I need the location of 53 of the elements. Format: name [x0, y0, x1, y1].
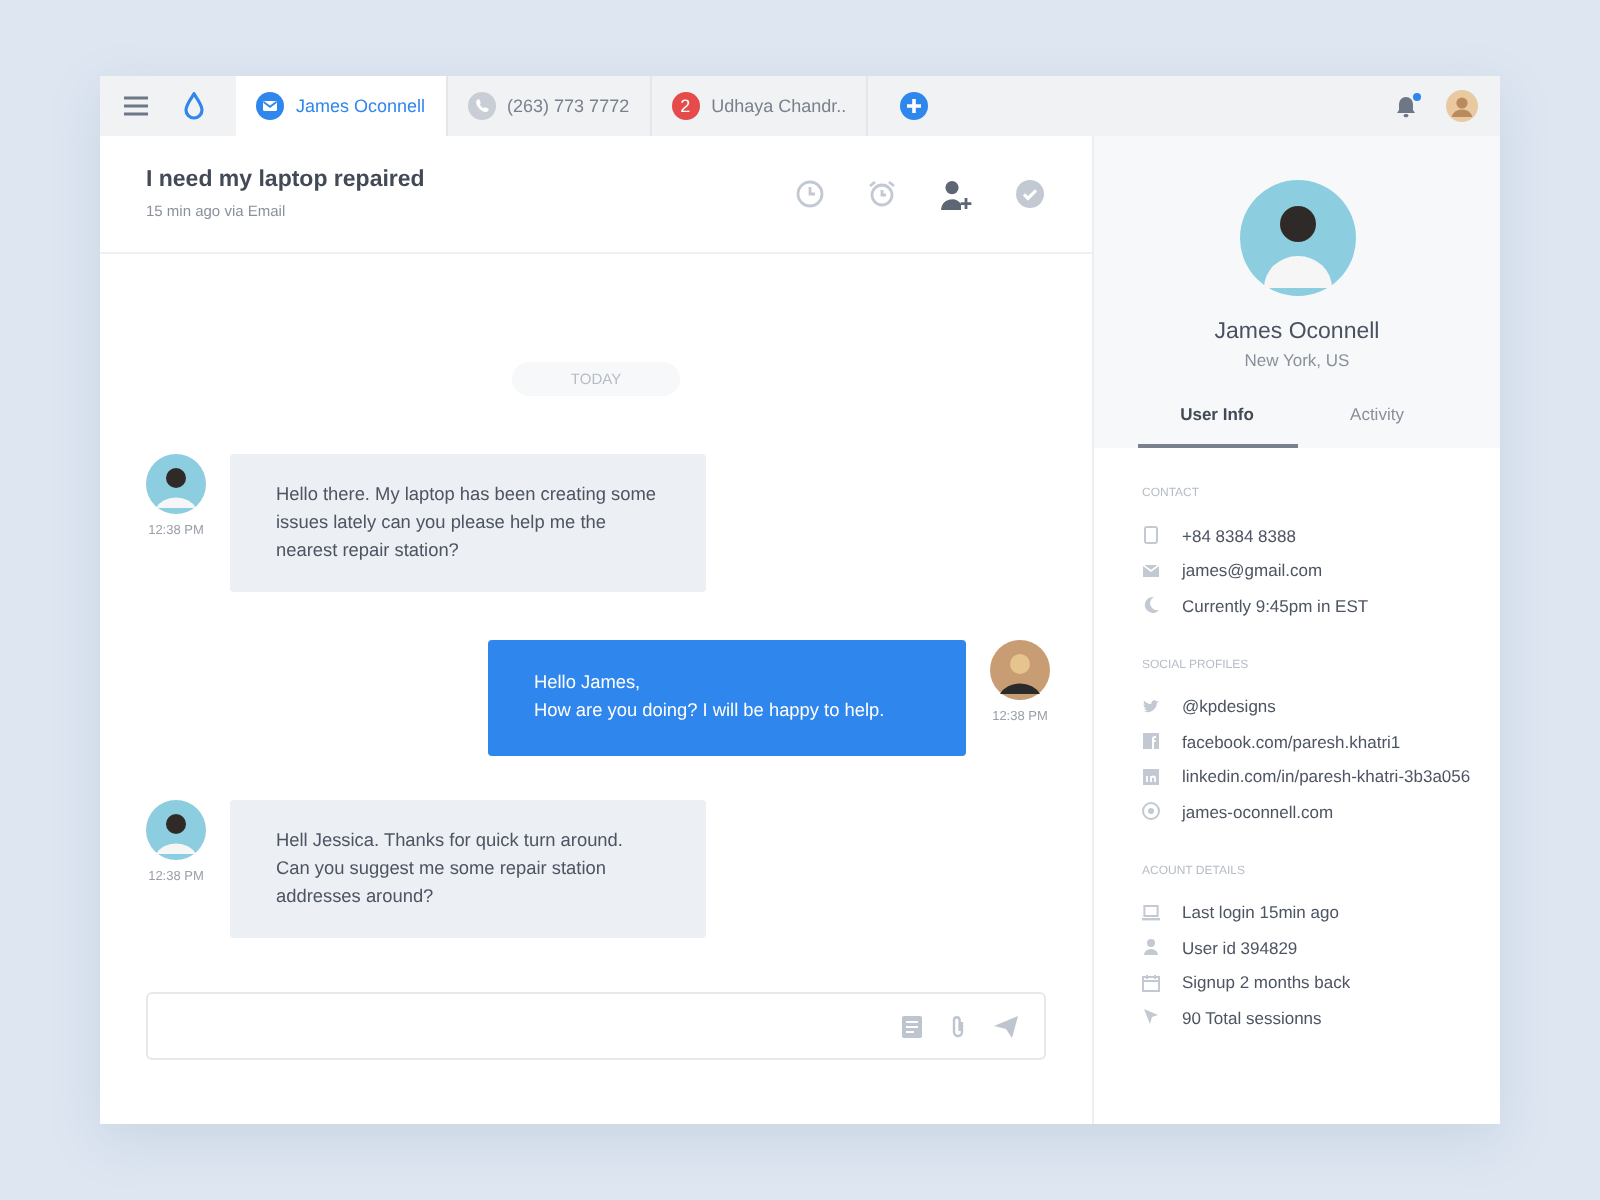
conversation-tab[interactable]: 2 Udhaya Chandr.. — [651, 76, 869, 136]
info-text: james-oconnell.com — [1182, 801, 1334, 822]
paperclip-icon[interactable] — [950, 1014, 966, 1038]
info-text: Signup 2 months back — [1182, 972, 1351, 993]
info-text: james@gmail.com — [1182, 560, 1323, 581]
profile-tab[interactable]: Activity — [1297, 404, 1457, 448]
mail-icon — [256, 92, 284, 120]
info-text: linkedin.com/in/paresh-khatri-3b3a056 — [1182, 766, 1471, 787]
info-text: User id 394829 — [1182, 937, 1298, 958]
info-text: 90 Total sessionns — [1182, 1007, 1322, 1028]
ticket-title: I need my laptop repaired — [146, 168, 425, 192]
profile-name: James Oconnell — [1214, 320, 1380, 344]
profile-location: New York, US — [1244, 350, 1350, 370]
add-icon[interactable] — [900, 92, 929, 120]
send-icon[interactable] — [994, 1015, 1018, 1037]
document-icon[interactable] — [902, 1015, 922, 1037]
info-text: facebook.com/paresh.khatri1 — [1182, 731, 1401, 752]
message-input-field[interactable] — [146, 992, 1046, 1060]
unread-count-badge: 2 — [671, 92, 700, 120]
cursor-icon — [1142, 1008, 1160, 1027]
laptop-icon — [1142, 903, 1160, 922]
info-text: @kpdesigns — [1182, 696, 1276, 717]
moon-icon — [1142, 596, 1160, 615]
message-bubble: Hello there. My laptop has been creating some issues lately can you please help me the nearest repair station? — [230, 454, 706, 592]
sender-avatar — [990, 640, 1050, 700]
globe-icon — [1142, 802, 1160, 821]
linkedin-icon — [1142, 767, 1160, 786]
sender-avatar — [146, 454, 206, 514]
mail-icon — [1142, 561, 1160, 580]
alarm-clock-icon[interactable] — [868, 180, 896, 208]
phone-icon — [1142, 526, 1160, 545]
user-avatar[interactable] — [1446, 90, 1478, 122]
profile-avatar — [1239, 180, 1355, 296]
clock-icon[interactable] — [796, 180, 824, 208]
info-text: Currently 9:45pm in EST — [1182, 595, 1369, 616]
check-circle-icon[interactable] — [1016, 180, 1044, 208]
message-bubble: Hello James, How are you doing? I will be happy to help. — [488, 640, 966, 756]
message-bubble: Hell Jessica. Thanks for quick turn around. Can you suggest me some repair station addresses around? — [230, 800, 706, 938]
info-text: Last login 15min ago — [1182, 902, 1339, 923]
info-text: +84 8384 8388 — [1182, 525, 1296, 546]
conversation-tab[interactable]: James Oconnell — [236, 76, 448, 136]
calendar-icon — [1142, 973, 1160, 992]
profile-tab[interactable]: User Info — [1137, 404, 1297, 448]
add-user-icon[interactable] — [940, 179, 972, 209]
user-icon — [1142, 938, 1160, 957]
notification-bell-icon[interactable] — [1394, 92, 1422, 120]
menu-icon[interactable] — [124, 96, 148, 116]
facebook-icon — [1142, 732, 1160, 751]
phone-icon — [467, 92, 496, 120]
droplet-logo-icon[interactable] — [182, 92, 206, 120]
bird-icon — [1142, 697, 1160, 716]
conversation-tab[interactable]: (263) 773 7772 — [447, 76, 652, 136]
sender-avatar — [146, 800, 206, 860]
